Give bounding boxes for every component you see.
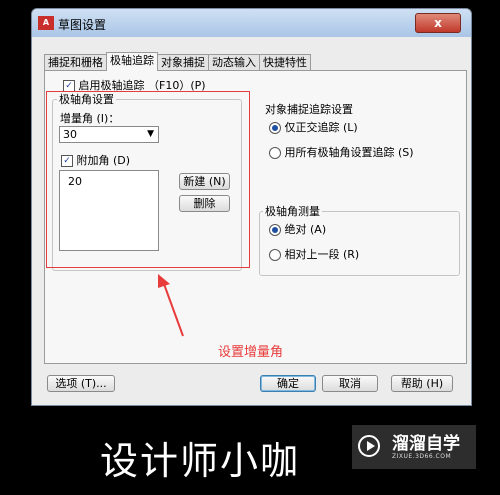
radio-orthogonal-only[interactable] (269, 122, 281, 134)
tracking-option-label: 用所有极轴角设置追踪 (S) (284, 146, 414, 159)
measure-option-relative[interactable]: 相对上一段 (R) (269, 246, 359, 262)
measure-option-label: 相对上一段 (R) (284, 248, 360, 261)
play-icon (358, 435, 380, 457)
cancel-button[interactable]: 取消 (322, 375, 378, 392)
watermark-caption: 设计师小咖 (100, 439, 301, 483)
measurement-group-title: 极轴角测量 (263, 203, 322, 219)
measure-option-absolute[interactable]: 绝对 (A) (269, 221, 326, 237)
annotation-arrow-icon (158, 274, 184, 337)
annotation-highlight-box (46, 91, 250, 268)
autocad-app-icon: A (38, 16, 54, 30)
tab-object-snap[interactable]: 对象捕捉 (157, 54, 209, 71)
options-button[interactable]: 选项 (T)... (47, 375, 115, 392)
ok-button[interactable]: 确定 (260, 375, 316, 392)
annotation-label: 设置增量角 (218, 345, 284, 360)
tracking-option-label: 仅正交追踪 (L) (284, 121, 358, 134)
tracking-option-orthogonal[interactable]: 仅正交追踪 (L) (269, 119, 358, 135)
radio-absolute[interactable] (269, 224, 281, 236)
logo-name: 溜溜自学 (392, 434, 460, 454)
tracking-option-all-polar[interactable]: 用所有极轴角设置追踪 (S) (269, 144, 414, 160)
radio-all-polar[interactable] (269, 147, 281, 159)
radio-relative-last-segment[interactable] (269, 249, 281, 261)
tab-strip: 捕捉和栅格 极轴追踪 对象捕捉 动态输入 快捷特性 (44, 52, 311, 71)
tab-quick-properties[interactable]: 快捷特性 (259, 54, 311, 71)
title-bar[interactable]: A 草图设置 x (32, 9, 471, 37)
measure-option-label: 绝对 (A) (284, 223, 327, 236)
logo-url: ZIXUE.3D66.COM (392, 453, 452, 460)
tab-dynamic-input[interactable]: 动态输入 (208, 54, 260, 71)
tracking-group-title: 对象捕捉追踪设置 (265, 103, 353, 116)
close-button[interactable]: x (415, 13, 461, 33)
tab-polar-tracking[interactable]: 极轴追踪 (106, 52, 158, 71)
site-logo: 溜溜自学 ZIXUE.3D66.COM (352, 425, 476, 469)
dialog-title: 草图设置 (58, 18, 107, 32)
help-button[interactable]: 帮助 (H) (391, 375, 453, 392)
tab-snap-grid[interactable]: 捕捉和栅格 (44, 54, 107, 71)
